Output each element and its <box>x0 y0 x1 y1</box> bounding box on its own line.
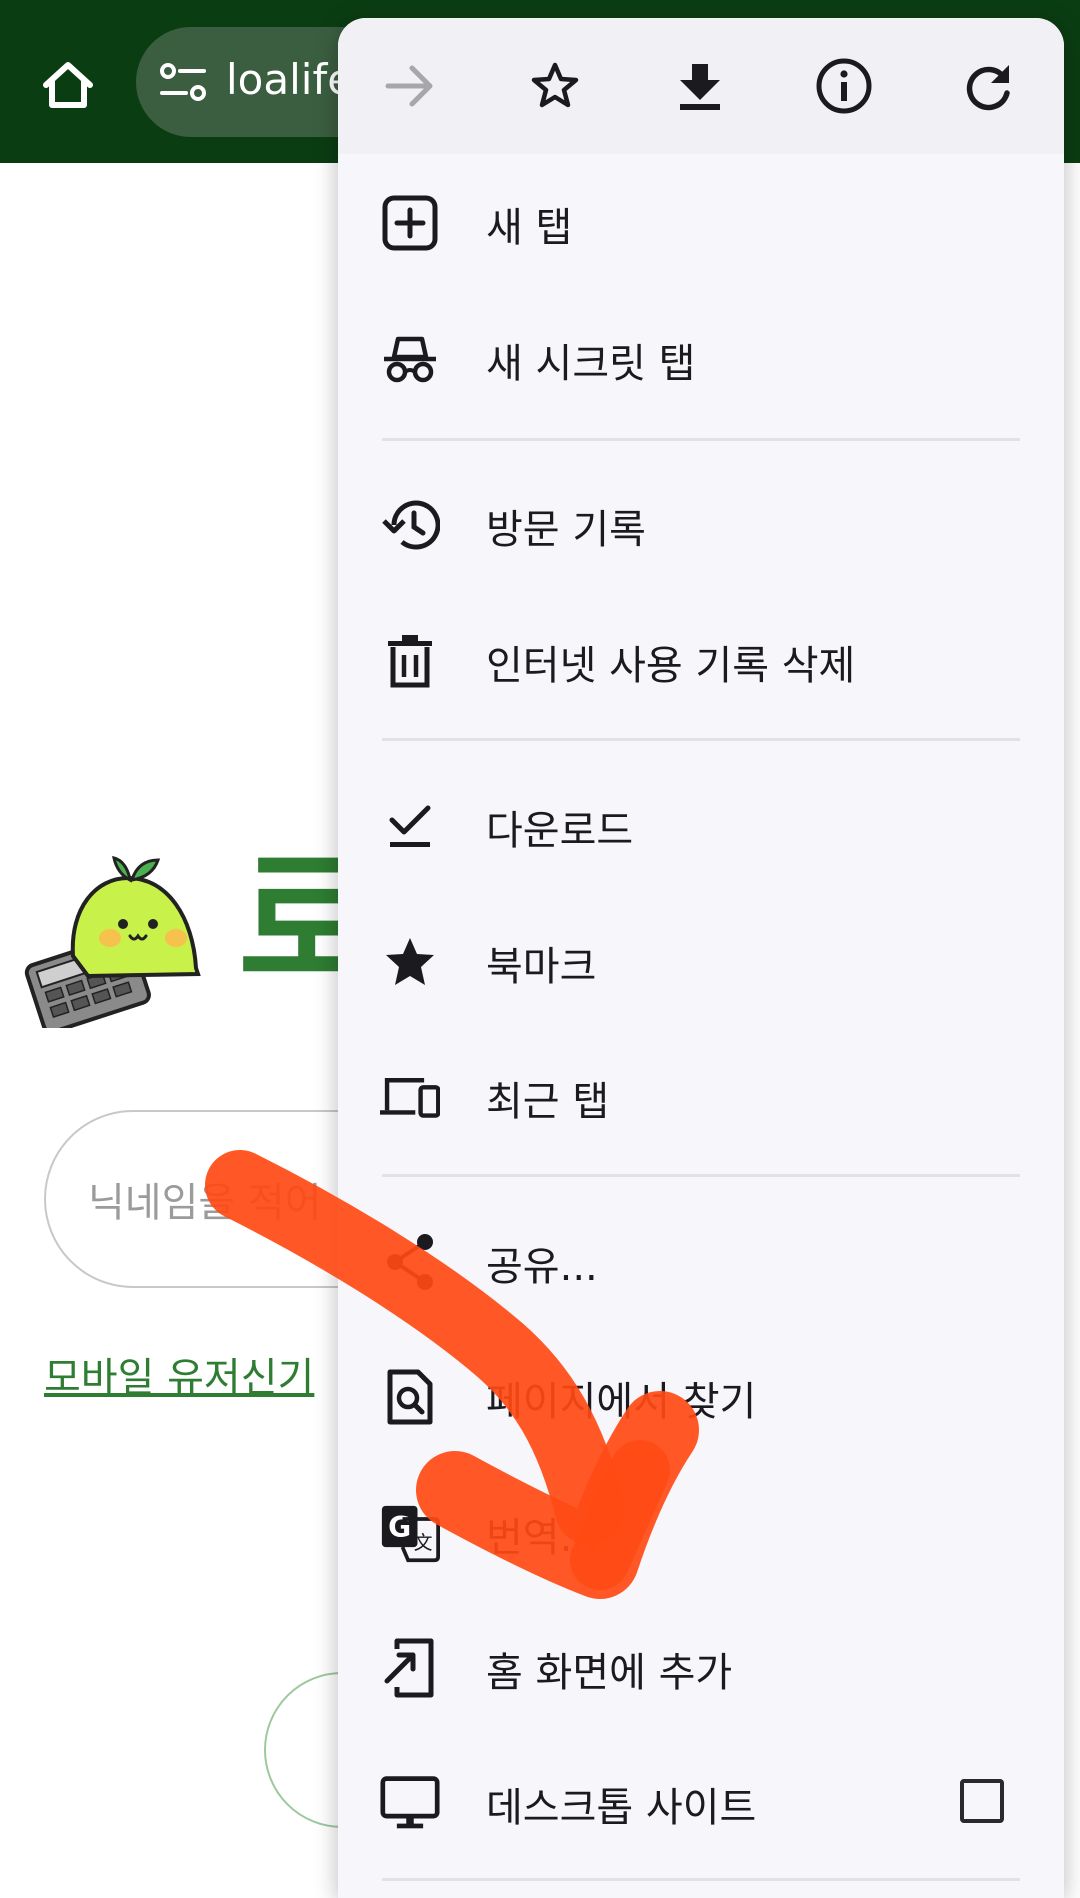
menu-divider <box>382 1878 1020 1881</box>
mobile-user-link[interactable]: 모바일 유저신기 <box>44 1345 314 1403</box>
reload-button[interactable] <box>952 50 1024 122</box>
forward-icon <box>385 65 433 107</box>
new-tab-icon <box>380 193 440 253</box>
forward-button[interactable] <box>374 50 446 122</box>
menu-item-desktop-site[interactable]: 데스크톱 사이트 <box>338 1747 1064 1857</box>
overflow-menu: 새 탭 새 시크릿 탭 방문 기록 인터넷 사용 기록 삭제 다운로드 북마크 <box>338 18 1064 1898</box>
mascot-logo <box>18 838 218 1035</box>
menu-item-clear-browsing-data[interactable]: 인터넷 사용 기록 삭제 <box>338 605 1064 715</box>
downloads-icon <box>380 796 440 856</box>
menu-item-share[interactable]: 공유... <box>338 1206 1064 1316</box>
page-info-button[interactable] <box>808 50 880 122</box>
svg-text:G: G <box>388 1511 411 1544</box>
history-icon <box>380 495 440 555</box>
menu-item-recent-tabs[interactable]: 최근 탭 <box>338 1041 1064 1151</box>
download-page-button[interactable] <box>664 50 736 122</box>
menu-item-label: 번역... <box>486 1515 598 1561</box>
add-to-home-icon <box>380 1638 440 1698</box>
menu-item-new-incognito-tab[interactable]: 새 시크릿 탭 <box>338 303 1064 413</box>
menu-item-new-tab[interactable]: 새 탭 <box>338 167 1064 277</box>
svg-text:文: 文 <box>414 1532 433 1554</box>
download-icon <box>680 64 720 110</box>
menu-item-find-in-page[interactable]: 페이지에서 찾기 <box>338 1341 1064 1451</box>
menu-item-label: 인터넷 사용 기록 삭제 <box>486 643 856 689</box>
home-button[interactable] <box>30 50 106 120</box>
reload-icon <box>966 65 1010 111</box>
menu-toolbar <box>338 18 1064 154</box>
menu-item-history[interactable]: 방문 기록 <box>338 469 1064 579</box>
menu-item-label: 방문 기록 <box>486 507 646 553</box>
share-icon <box>380 1232 440 1292</box>
menu-item-label: 데스크톱 사이트 <box>486 1785 757 1831</box>
menu-item-label: 홈 화면에 추가 <box>486 1650 733 1696</box>
desktop-site-checkbox[interactable] <box>960 1779 1004 1823</box>
menu-divider <box>382 738 1020 741</box>
menu-item-label: 북마크 <box>486 944 597 990</box>
incognito-icon <box>380 329 440 389</box>
site-settings-icon[interactable] <box>158 59 208 105</box>
menu-divider <box>382 1174 1020 1177</box>
desktop-icon <box>380 1773 440 1833</box>
nickname-placeholder: 닉네임을 적어 <box>88 1180 322 1226</box>
find-in-page-icon <box>380 1367 440 1427</box>
trash-icon <box>380 631 440 691</box>
menu-item-label: 최근 탭 <box>486 1079 610 1125</box>
menu-item-label: 다운로드 <box>486 808 634 854</box>
menu-item-bookmarks[interactable]: 북마크 <box>338 906 1064 1016</box>
star-filled-icon <box>380 932 440 992</box>
menu-item-label: 새 탭 <box>486 205 573 251</box>
menu-item-label: 공유... <box>486 1244 598 1290</box>
menu-divider <box>382 438 1020 441</box>
devices-icon <box>380 1067 440 1127</box>
menu-item-translate[interactable]: G文 번역... <box>338 1477 1064 1587</box>
bookmark-star-icon <box>531 62 579 108</box>
url-text[interactable]: loalife <box>226 55 353 104</box>
menu-item-label: 페이지에서 찾기 <box>486 1379 757 1425</box>
home-icon <box>43 62 93 108</box>
menu-item-downloads[interactable]: 다운로드 <box>338 770 1064 880</box>
menu-item-add-to-home-screen[interactable]: 홈 화면에 추가 <box>338 1612 1064 1722</box>
menu-item-label: 새 시크릿 탭 <box>486 341 696 387</box>
translate-icon: G文 <box>380 1503 440 1563</box>
bookmark-button[interactable] <box>519 50 591 122</box>
info-icon <box>816 58 872 114</box>
